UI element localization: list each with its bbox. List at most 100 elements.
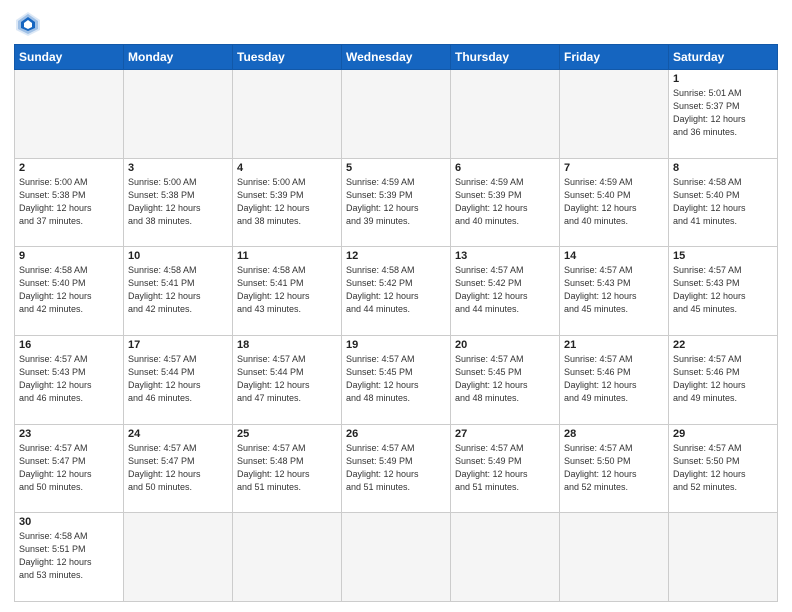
day-number: 8 bbox=[673, 162, 773, 174]
calendar-cell bbox=[342, 513, 451, 602]
calendar-cell: 30Sunrise: 4:58 AM Sunset: 5:51 PM Dayli… bbox=[15, 513, 124, 602]
day-number: 3 bbox=[128, 162, 228, 174]
calendar-cell: 17 Sunrise: 4:57 AM Sunset: 5:44 PM Dayli… bbox=[124, 335, 233, 424]
day-number: 2 bbox=[19, 162, 119, 174]
calendar-cell: 8Sunrise: 4:58 AM Sunset: 5:40 PM Daylig… bbox=[669, 158, 778, 247]
day-number: 7 bbox=[564, 162, 664, 174]
calendar-cell: 28 Sunrise: 4:57 AM Sunset: 5:50 PM Dayli… bbox=[560, 424, 669, 513]
day-info: Sunrise: 4:57 AM Sunset: 5:46 PM Dayligh… bbox=[673, 353, 773, 405]
calendar-cell bbox=[669, 513, 778, 602]
day-info: Sunrise: 4:57 AM Sunset: 5:43 PM Dayligh… bbox=[19, 353, 119, 405]
calendar-cell: 14 Sunrise: 4:57 AM Sunset: 5:43 PM Dayli… bbox=[560, 247, 669, 336]
calendar-cell: 3 Sunrise: 5:00 AM Sunset: 5:38 PM Daylig… bbox=[124, 158, 233, 247]
day-info: Sunrise: 4:58 AM Sunset: 5:42 PM Dayligh… bbox=[346, 264, 446, 316]
day-number: 23 bbox=[19, 428, 119, 440]
calendar-cell: 6Sunrise: 4:59 AM Sunset: 5:39 PM Daylig… bbox=[451, 158, 560, 247]
day-info: Sunrise: 4:57 AM Sunset: 5:47 PM Dayligh… bbox=[19, 442, 119, 494]
calendar-cell: 22 Sunrise: 4:57 AM Sunset: 5:46 PM Dayli… bbox=[669, 335, 778, 424]
day-number: 22 bbox=[673, 339, 773, 351]
day-info: Sunrise: 4:59 AM Sunset: 5:39 PM Dayligh… bbox=[346, 176, 446, 228]
day-info: Sunrise: 5:01 AM Sunset: 5:37 PM Dayligh… bbox=[673, 87, 773, 139]
page: SundayMondayTuesdayWednesdayThursdayFrid… bbox=[0, 0, 792, 612]
calendar-cell: 29 Sunrise: 4:57 AM Sunset: 5:50 PM Dayli… bbox=[669, 424, 778, 513]
header bbox=[14, 10, 778, 38]
weekday-header-wednesday: Wednesday bbox=[342, 45, 451, 70]
day-number: 10 bbox=[128, 250, 228, 262]
day-info: Sunrise: 4:57 AM Sunset: 5:44 PM Dayligh… bbox=[128, 353, 228, 405]
day-number: 19 bbox=[346, 339, 446, 351]
calendar-cell: 11Sunrise: 4:58 AM Sunset: 5:41 PM Dayli… bbox=[233, 247, 342, 336]
day-number: 27 bbox=[455, 428, 555, 440]
calendar-cell bbox=[233, 513, 342, 602]
day-info: Sunrise: 4:57 AM Sunset: 5:43 PM Dayligh… bbox=[673, 264, 773, 316]
calendar-cell: 16 Sunrise: 4:57 AM Sunset: 5:43 PM Dayli… bbox=[15, 335, 124, 424]
calendar-cell: 4Sunrise: 5:00 AM Sunset: 5:39 PM Daylig… bbox=[233, 158, 342, 247]
week-row-4: 23 Sunrise: 4:57 AM Sunset: 5:47 PM Dayli… bbox=[15, 424, 778, 513]
week-row-5: 30Sunrise: 4:58 AM Sunset: 5:51 PM Dayli… bbox=[15, 513, 778, 602]
calendar-cell bbox=[560, 513, 669, 602]
day-info: Sunrise: 4:57 AM Sunset: 5:45 PM Dayligh… bbox=[455, 353, 555, 405]
day-info: Sunrise: 5:00 AM Sunset: 5:38 PM Dayligh… bbox=[128, 176, 228, 228]
calendar-cell: 10 Sunrise: 4:58 AM Sunset: 5:41 PM Dayli… bbox=[124, 247, 233, 336]
day-info: Sunrise: 4:57 AM Sunset: 5:43 PM Dayligh… bbox=[564, 264, 664, 316]
calendar-cell: 27 Sunrise: 4:57 AM Sunset: 5:49 PM Dayli… bbox=[451, 424, 560, 513]
day-info: Sunrise: 4:57 AM Sunset: 5:46 PM Dayligh… bbox=[564, 353, 664, 405]
day-number: 14 bbox=[564, 250, 664, 262]
week-row-2: 9Sunrise: 4:58 AM Sunset: 5:40 PM Daylig… bbox=[15, 247, 778, 336]
day-number: 26 bbox=[346, 428, 446, 440]
day-number: 9 bbox=[19, 250, 119, 262]
day-info: Sunrise: 4:57 AM Sunset: 5:50 PM Dayligh… bbox=[673, 442, 773, 494]
calendar-cell: 26 Sunrise: 4:57 AM Sunset: 5:49 PM Dayli… bbox=[342, 424, 451, 513]
day-info: Sunrise: 5:00 AM Sunset: 5:38 PM Dayligh… bbox=[19, 176, 119, 228]
day-number: 15 bbox=[673, 250, 773, 262]
calendar-cell bbox=[451, 513, 560, 602]
week-row-1: 2 Sunrise: 5:00 AM Sunset: 5:38 PM Daylig… bbox=[15, 158, 778, 247]
calendar-cell bbox=[451, 70, 560, 159]
day-number: 17 bbox=[128, 339, 228, 351]
calendar-cell: 18 Sunrise: 4:57 AM Sunset: 5:44 PM Dayli… bbox=[233, 335, 342, 424]
week-row-0: 1 Sunrise: 5:01 AM Sunset: 5:37 PM Daylig… bbox=[15, 70, 778, 159]
calendar: SundayMondayTuesdayWednesdayThursdayFrid… bbox=[14, 44, 778, 602]
calendar-cell: 15 Sunrise: 4:57 AM Sunset: 5:43 PM Dayli… bbox=[669, 247, 778, 336]
calendar-cell: 5 Sunrise: 4:59 AM Sunset: 5:39 PM Daylig… bbox=[342, 158, 451, 247]
weekday-header-sunday: Sunday bbox=[15, 45, 124, 70]
day-number: 29 bbox=[673, 428, 773, 440]
weekday-header-saturday: Saturday bbox=[669, 45, 778, 70]
day-info: Sunrise: 4:57 AM Sunset: 5:50 PM Dayligh… bbox=[564, 442, 664, 494]
day-number: 25 bbox=[237, 428, 337, 440]
day-info: Sunrise: 4:58 AM Sunset: 5:41 PM Dayligh… bbox=[237, 264, 337, 316]
day-number: 18 bbox=[237, 339, 337, 351]
calendar-cell bbox=[124, 513, 233, 602]
calendar-cell: 9Sunrise: 4:58 AM Sunset: 5:40 PM Daylig… bbox=[15, 247, 124, 336]
logo bbox=[14, 10, 46, 38]
day-info: Sunrise: 4:57 AM Sunset: 5:49 PM Dayligh… bbox=[346, 442, 446, 494]
day-info: Sunrise: 4:57 AM Sunset: 5:42 PM Dayligh… bbox=[455, 264, 555, 316]
day-info: Sunrise: 4:57 AM Sunset: 5:48 PM Dayligh… bbox=[237, 442, 337, 494]
day-number: 5 bbox=[346, 162, 446, 174]
day-number: 21 bbox=[564, 339, 664, 351]
day-number: 13 bbox=[455, 250, 555, 262]
calendar-cell: 20Sunrise: 4:57 AM Sunset: 5:45 PM Dayli… bbox=[451, 335, 560, 424]
calendar-cell: 13 Sunrise: 4:57 AM Sunset: 5:42 PM Dayli… bbox=[451, 247, 560, 336]
day-number: 30 bbox=[19, 516, 119, 528]
calendar-cell: 7Sunrise: 4:59 AM Sunset: 5:40 PM Daylig… bbox=[560, 158, 669, 247]
weekday-header-thursday: Thursday bbox=[451, 45, 560, 70]
weekday-header-tuesday: Tuesday bbox=[233, 45, 342, 70]
day-number: 6 bbox=[455, 162, 555, 174]
day-info: Sunrise: 4:57 AM Sunset: 5:47 PM Dayligh… bbox=[128, 442, 228, 494]
day-number: 24 bbox=[128, 428, 228, 440]
calendar-cell bbox=[342, 70, 451, 159]
calendar-cell bbox=[233, 70, 342, 159]
day-info: Sunrise: 4:57 AM Sunset: 5:44 PM Dayligh… bbox=[237, 353, 337, 405]
day-info: Sunrise: 4:57 AM Sunset: 5:49 PM Dayligh… bbox=[455, 442, 555, 494]
weekday-header-row: SundayMondayTuesdayWednesdayThursdayFrid… bbox=[15, 45, 778, 70]
weekday-header-monday: Monday bbox=[124, 45, 233, 70]
calendar-cell bbox=[124, 70, 233, 159]
weekday-header-friday: Friday bbox=[560, 45, 669, 70]
day-number: 1 bbox=[673, 73, 773, 85]
calendar-cell: 12Sunrise: 4:58 AM Sunset: 5:42 PM Dayli… bbox=[342, 247, 451, 336]
day-number: 28 bbox=[564, 428, 664, 440]
day-info: Sunrise: 5:00 AM Sunset: 5:39 PM Dayligh… bbox=[237, 176, 337, 228]
day-number: 16 bbox=[19, 339, 119, 351]
day-info: Sunrise: 4:58 AM Sunset: 5:41 PM Dayligh… bbox=[128, 264, 228, 316]
